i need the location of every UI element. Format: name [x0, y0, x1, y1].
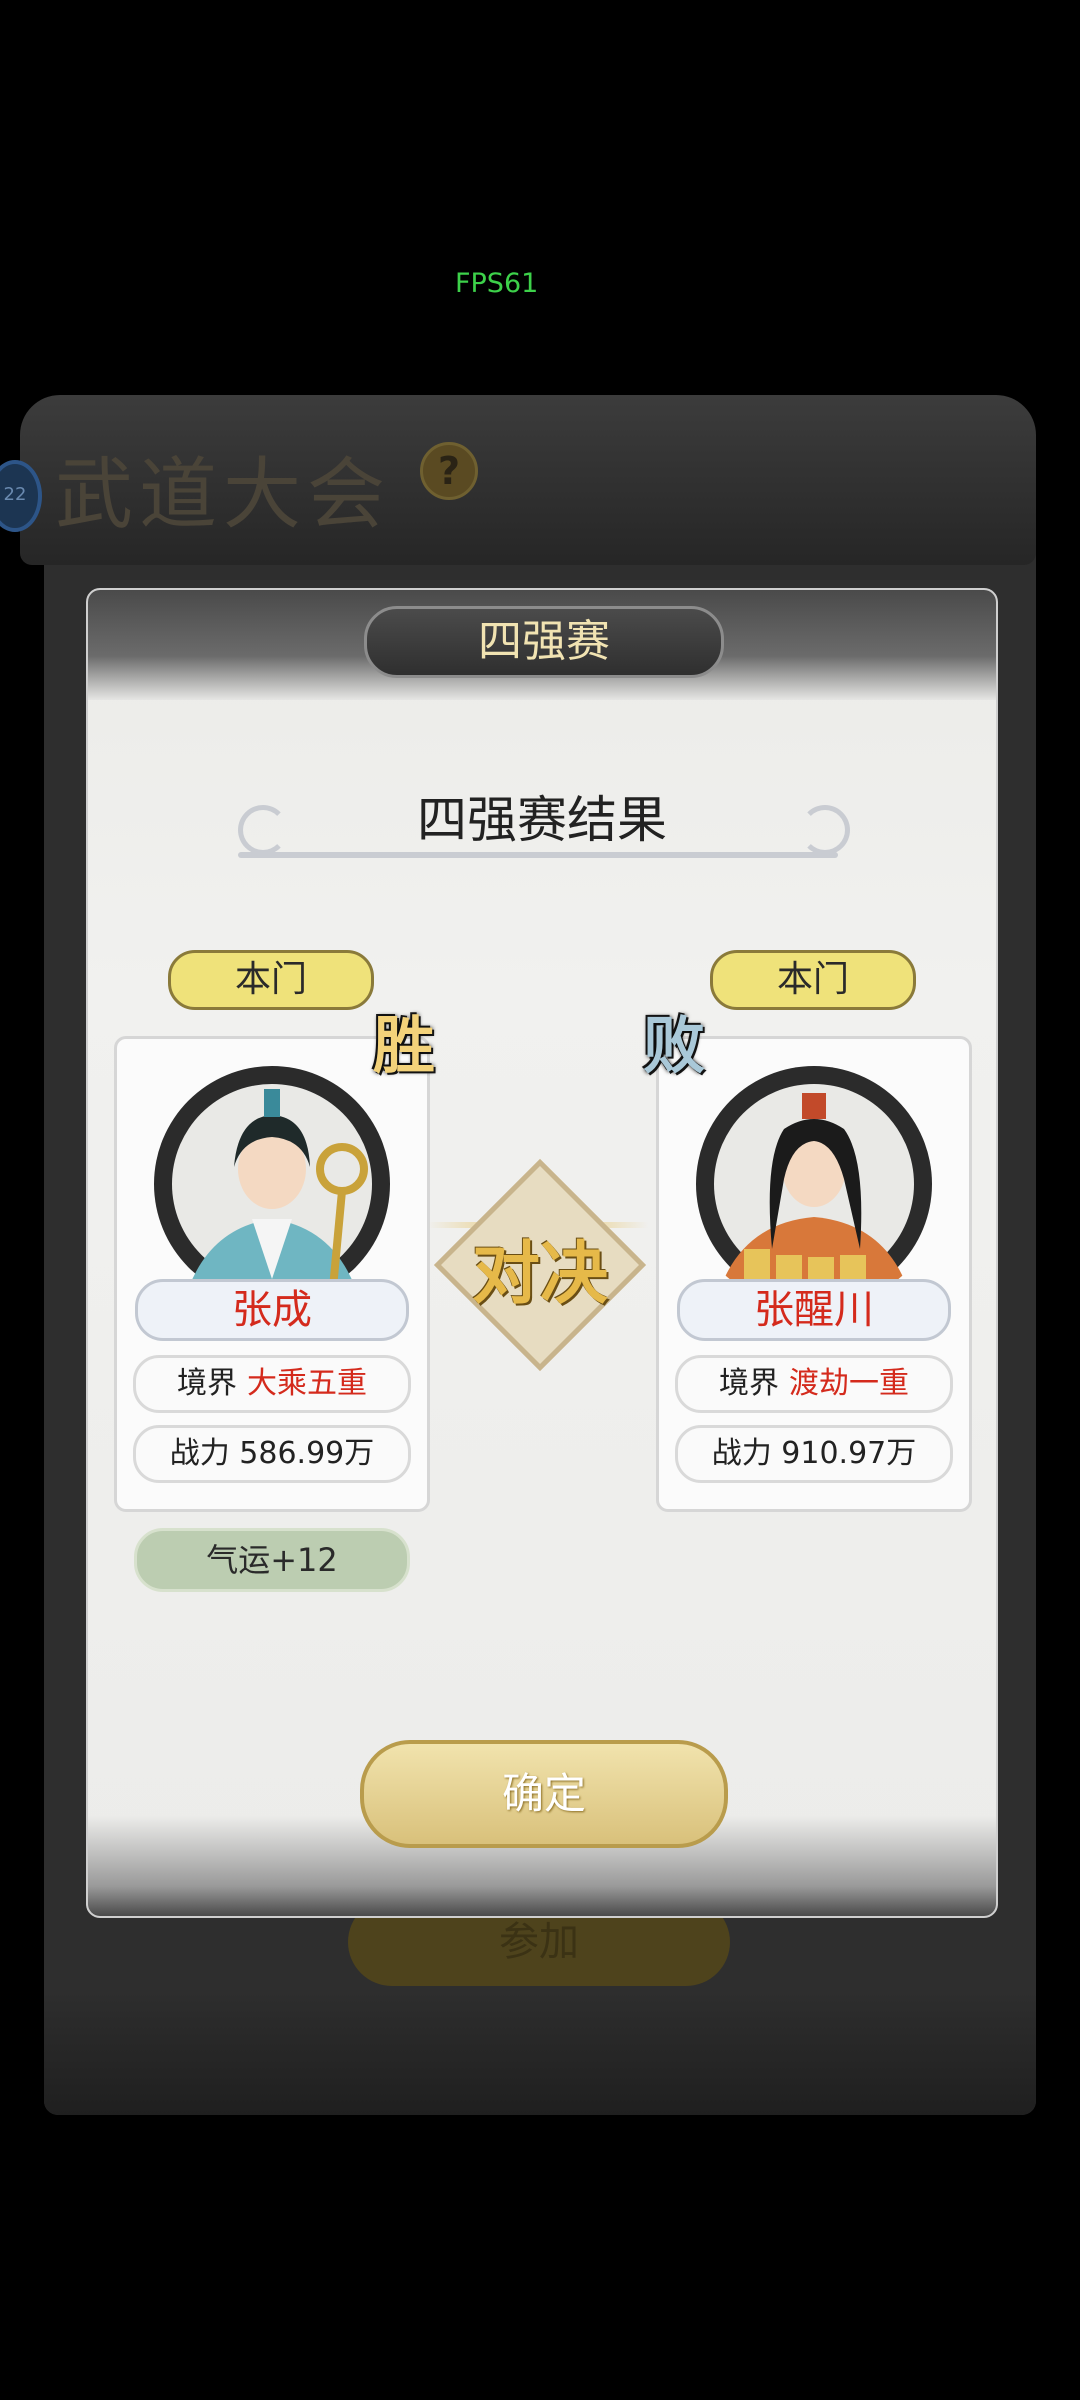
background-footer — [44, 1990, 1036, 2115]
winner-sect-tag: 本门 — [168, 950, 374, 1010]
right-swirl-ornament — [800, 805, 850, 855]
result-modal: 四强赛 四强赛结果 本门 张成 境界 大乘五重 战力 586.99万 胜 气运+1… — [86, 588, 998, 1918]
winner-power: 战力 586.99万 — [133, 1425, 411, 1483]
vs-label: 对决 — [471, 1234, 608, 1314]
loser-name: 张醒川 — [677, 1279, 951, 1341]
loser-sect-tag: 本门 — [710, 950, 916, 1010]
winner-portrait — [142, 1059, 402, 1309]
winner-realm-label: 境界 — [177, 1366, 237, 1401]
win-mark: 胜 — [372, 1009, 435, 1082]
loser-power: 战力 910.97万 — [675, 1425, 953, 1483]
loser-realm-label: 境界 — [719, 1366, 779, 1401]
title-divider — [238, 852, 838, 858]
winner-card: 张成 境界 大乘五重 战力 586.99万 — [114, 1036, 430, 1512]
loser-card: 张醒川 境界 渡劫一重 战力 910.97万 — [656, 1036, 972, 1512]
winner-name: 张成 — [135, 1279, 409, 1341]
luck-reward-badge: 气运+12 — [134, 1528, 410, 1592]
confirm-button[interactable]: 确定 — [360, 1740, 728, 1848]
background-title: 武道大会 — [55, 450, 392, 540]
loser-realm-value: 渡劫一重 — [789, 1366, 909, 1401]
result-title: 四强赛结果 — [417, 791, 667, 849]
loser-portrait — [684, 1059, 944, 1309]
help-icon[interactable]: ? — [420, 442, 478, 500]
winner-realm-value: 大乘五重 — [247, 1366, 367, 1401]
lose-mark: 败 — [642, 1009, 705, 1082]
left-swirl-ornament — [238, 805, 288, 855]
loser-realm-row: 境界 渡劫一重 — [675, 1355, 953, 1413]
fps-counter: FPS61 — [455, 268, 539, 299]
winner-realm-row: 境界 大乘五重 — [133, 1355, 411, 1413]
round-title: 四强赛 — [364, 606, 724, 678]
